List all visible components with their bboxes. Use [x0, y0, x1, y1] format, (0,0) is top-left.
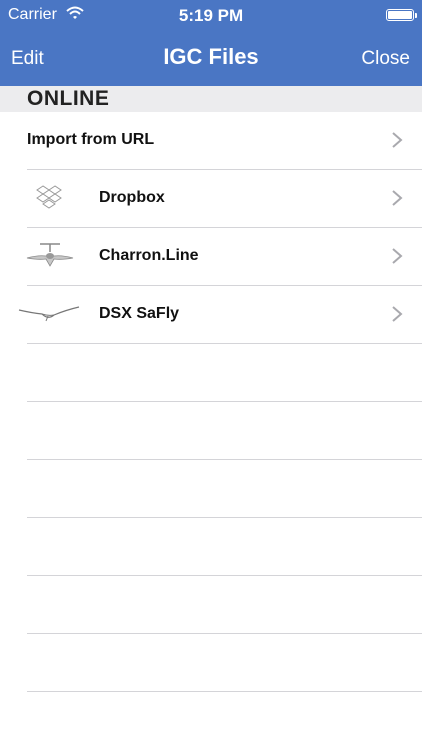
status-bar: Carrier 5:19 PM — [0, 0, 422, 30]
close-button[interactable]: Close — [361, 48, 410, 70]
row-separator — [27, 343, 422, 344]
list-item-label: DSX SaFly — [99, 305, 180, 322]
chevron-right-icon — [392, 132, 403, 148]
empty-row-separator — [27, 401, 422, 402]
status-time: 5:19 PM — [178, 6, 244, 25]
top-bar: Carrier 5:19 PM Edit IGC Files Close — [0, 0, 422, 86]
chevron-right-icon — [392, 306, 403, 322]
bird-icon — [18, 306, 80, 322]
chevron-right-icon — [392, 190, 403, 206]
glider-icon — [26, 243, 74, 267]
list-item-import-url[interactable]: Import from URL — [0, 112, 422, 170]
empty-row-separator — [27, 633, 422, 634]
list-item-dropbox[interactable]: Dropbox — [0, 170, 422, 228]
empty-row-separator — [27, 691, 422, 692]
chevron-right-icon — [392, 248, 403, 264]
section-title: ONLINE — [27, 87, 110, 110]
battery-icon — [386, 9, 417, 21]
list-item-dsx-safly[interactable]: DSX SaFly — [0, 286, 422, 344]
list-item-label: Charron.Line — [99, 247, 199, 264]
dropbox-icon — [36, 185, 62, 209]
list-item-charron-line[interactable]: Charron.Line — [0, 228, 422, 286]
page-title: IGC Files — [163, 44, 259, 69]
empty-row-separator — [27, 517, 422, 518]
empty-row-separator — [27, 459, 422, 460]
empty-row-separator — [27, 575, 422, 576]
navigation-bar: Edit IGC Files Close — [0, 30, 422, 86]
list-item-label: Dropbox — [99, 189, 165, 206]
section-header-online: ONLINE — [0, 86, 422, 112]
list-item-label: Import from URL — [27, 131, 155, 148]
